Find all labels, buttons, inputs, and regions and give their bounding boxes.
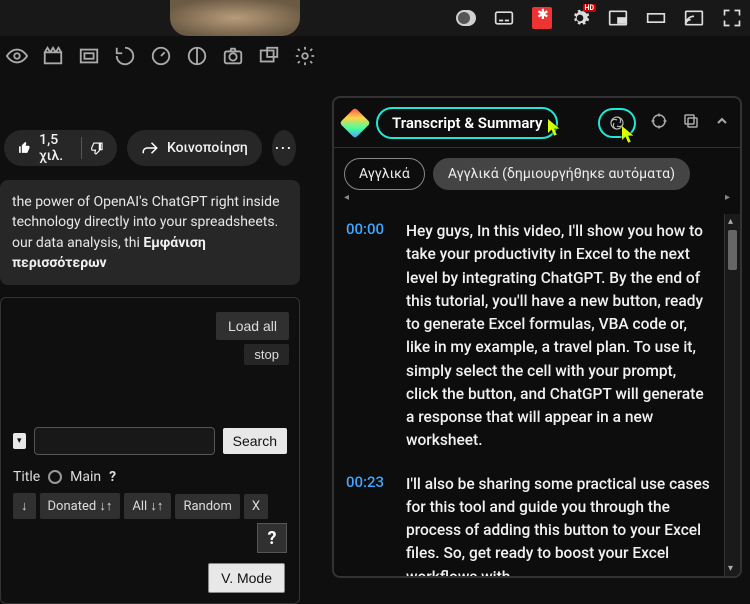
popup-icon[interactable] [258, 45, 280, 67]
engagement-row: 1,5 χιλ. Κοινοποίηση ⋯ [0, 130, 300, 180]
help-small[interactable]: ? [109, 469, 116, 485]
speed-icon[interactable] [150, 45, 172, 67]
donated-chip[interactable]: Donated ↓↑ [40, 493, 121, 519]
like-pill[interactable]: 1,5 χιλ. [4, 130, 117, 166]
scroll-up-icon[interactable]: ▴ [728, 216, 733, 227]
clapper-icon[interactable] [42, 45, 64, 67]
cast-icon[interactable] [684, 8, 704, 28]
sort-chip[interactable]: ↓ [13, 493, 36, 519]
adjust-icon[interactable] [186, 45, 208, 67]
scrollbar-thumb[interactable] [728, 230, 737, 270]
rotate-icon[interactable] [114, 45, 136, 67]
extension-logo-icon [339, 107, 370, 138]
horizontal-scrollbar[interactable]: ◂ ▸ [344, 196, 730, 206]
stop-button[interactable]: stop [244, 344, 289, 365]
brightness-ext-icon[interactable] [532, 8, 552, 28]
transcript-text: I'll also be sharing some practical use … [406, 473, 712, 577]
theater-icon[interactable] [646, 8, 666, 28]
panel-header: Transcript & Summary [334, 98, 740, 148]
transcript-panel: Transcript & Summary Αγγλικά Αγγλικά (δη… [332, 96, 742, 578]
timestamp-link[interactable]: 00:00 [346, 220, 392, 453]
copy-icon[interactable] [682, 112, 700, 134]
description-text-1: the power of OpenAI's ChatGPT right insi… [12, 194, 280, 210]
pip-icon[interactable] [608, 8, 628, 28]
random-chip[interactable]: Random [175, 494, 239, 519]
collapse-icon[interactable] [714, 113, 730, 133]
transcript-content: 00:00 Hey guys, In this video, I'll show… [334, 214, 724, 576]
extension-toolbar [0, 36, 750, 76]
transcript-summary-tab[interactable]: Transcript & Summary [376, 107, 558, 139]
share-label: Κοινοποίηση [167, 140, 248, 156]
camera-icon[interactable] [222, 45, 244, 67]
system-topbar: HD [0, 0, 750, 36]
frame-icon[interactable] [78, 45, 100, 67]
lang-chip-en-auto[interactable]: Αγγλικά (δημιουργήθηκε αυτόματα) [433, 158, 690, 190]
toggle-icon[interactable] [456, 8, 476, 28]
load-all-button[interactable]: Load all [216, 312, 289, 340]
gear-icon[interactable] [294, 45, 316, 67]
description-text-3: our data analysis, thi [12, 235, 143, 251]
video-description[interactable]: the power of OpenAI's ChatGPT right insi… [0, 180, 300, 285]
fullscreen-icon[interactable] [722, 8, 742, 28]
target-icon[interactable] [650, 112, 668, 134]
main-radio[interactable] [48, 470, 62, 484]
search-button[interactable]: Search [223, 428, 287, 454]
eye-icon[interactable] [6, 45, 28, 67]
description-text-2: technology directly into your spreadshee… [12, 214, 278, 230]
hd-badge: HD [583, 4, 597, 12]
search-input[interactable] [34, 427, 215, 455]
language-row: Αγγλικά Αγγλικά (δημιουργήθηκε αυτόματα) [334, 148, 740, 196]
search-filter-select[interactable]: ▾ [13, 433, 26, 449]
vertical-scrollbar[interactable]: ▴ ▾ [724, 214, 740, 576]
comments-panel: Load all stop ▾ Search Title Main ? ↓ Do… [0, 297, 300, 604]
help-button[interactable]: ? [257, 523, 287, 553]
lang-chip-en[interactable]: Αγγλικά [344, 158, 425, 190]
timestamp-link[interactable]: 00:23 [346, 473, 392, 577]
main-label: Main [70, 469, 101, 485]
subtitles-icon[interactable] [494, 8, 514, 28]
cursor-icon [548, 119, 562, 137]
ai-summary-button[interactable] [598, 108, 636, 138]
x-chip[interactable]: X [244, 494, 268, 519]
share-icon [141, 139, 159, 157]
settings-icon[interactable]: HD [570, 8, 590, 28]
ellipsis-icon: ⋯ [274, 138, 294, 159]
more-actions-button[interactable]: ⋯ [272, 130, 296, 166]
thumbs-up-icon [18, 139, 31, 157]
thumbs-down-icon[interactable] [90, 139, 103, 157]
scroll-left-icon[interactable]: ◂ [344, 192, 349, 203]
scroll-down-icon[interactable]: ▾ [728, 563, 733, 574]
scroll-right-icon[interactable]: ▸ [725, 192, 730, 203]
panel-title: Transcript & Summary [392, 114, 542, 132]
openai-icon [608, 114, 626, 132]
transcript-entry[interactable]: 00:23 I'll also be sharing some practica… [346, 473, 712, 577]
vmode-button[interactable]: V. Mode [208, 563, 285, 593]
all-chip[interactable]: All ↓↑ [124, 493, 171, 519]
like-count: 1,5 χιλ. [39, 132, 73, 164]
share-button[interactable]: Κοινοποίηση [127, 130, 262, 166]
transcript-entry[interactable]: 00:00 Hey guys, In this video, I'll show… [346, 220, 712, 453]
transcript-text: Hey guys, In this video, I'll show you h… [406, 220, 712, 453]
title-label: Title [13, 469, 40, 485]
